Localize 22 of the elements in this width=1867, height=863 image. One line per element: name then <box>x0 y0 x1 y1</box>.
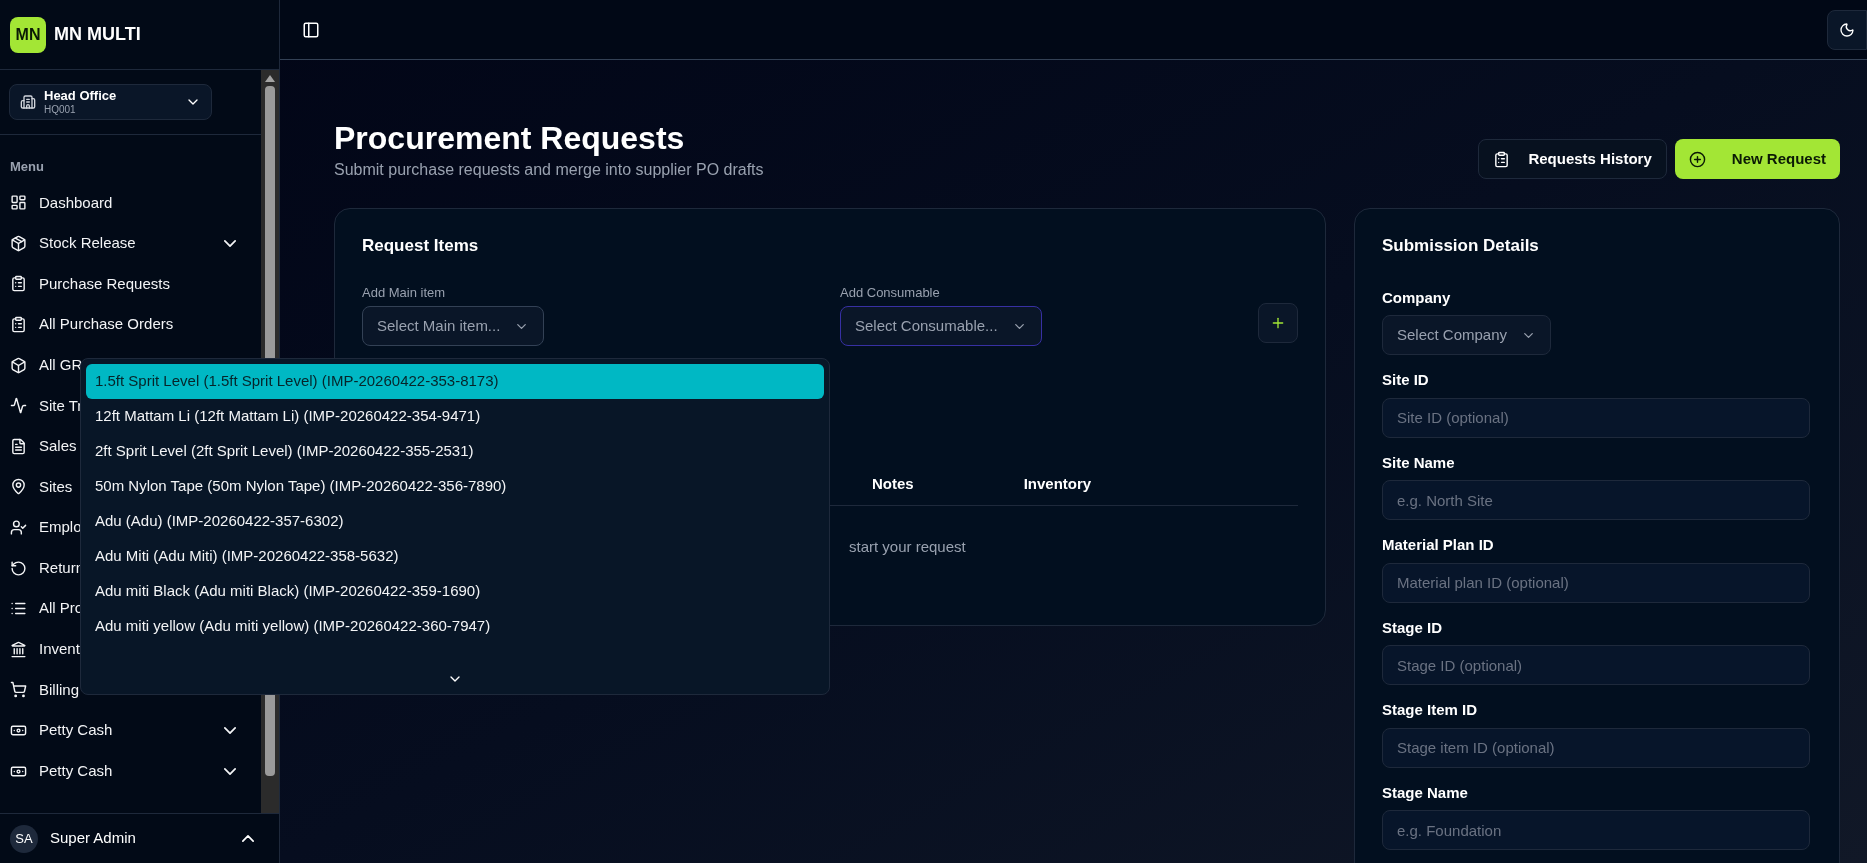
field-label: Material Plan ID <box>1382 535 1494 555</box>
page-title: Procurement Requests <box>334 119 686 158</box>
brand-name: MN MULTI <box>54 23 141 46</box>
card-title: Submission Details <box>1382 235 1539 257</box>
field-label: Stage Name <box>1382 782 1468 803</box>
column-header: Inventory <box>1023 474 1092 495</box>
field-label: Stage Item ID <box>1382 700 1478 720</box>
field-label: Site Name <box>1382 452 1455 473</box>
branch-code: HQ001 <box>44 103 76 117</box>
brand-logo: MN <box>10 16 46 53</box>
field-label: Site ID <box>1382 370 1429 390</box>
page-subtitle: Submit purchase requests and merge into supplier PO drafts <box>334 160 764 180</box>
branch-name: Head Office <box>44 87 117 104</box>
card-title: Request Items <box>362 235 479 257</box>
menu-heading: Menu <box>9 158 45 176</box>
field-label: Company <box>1382 287 1451 308</box>
field-label: Stage ID <box>1382 617 1442 638</box>
column-header: Notes <box>872 474 914 495</box>
user-name: Super Admin <box>50 828 137 849</box>
field-label: Add Consumable <box>840 283 940 302</box>
user-avatar: SA <box>10 824 38 853</box>
field-label: Add Main item <box>362 283 446 302</box>
